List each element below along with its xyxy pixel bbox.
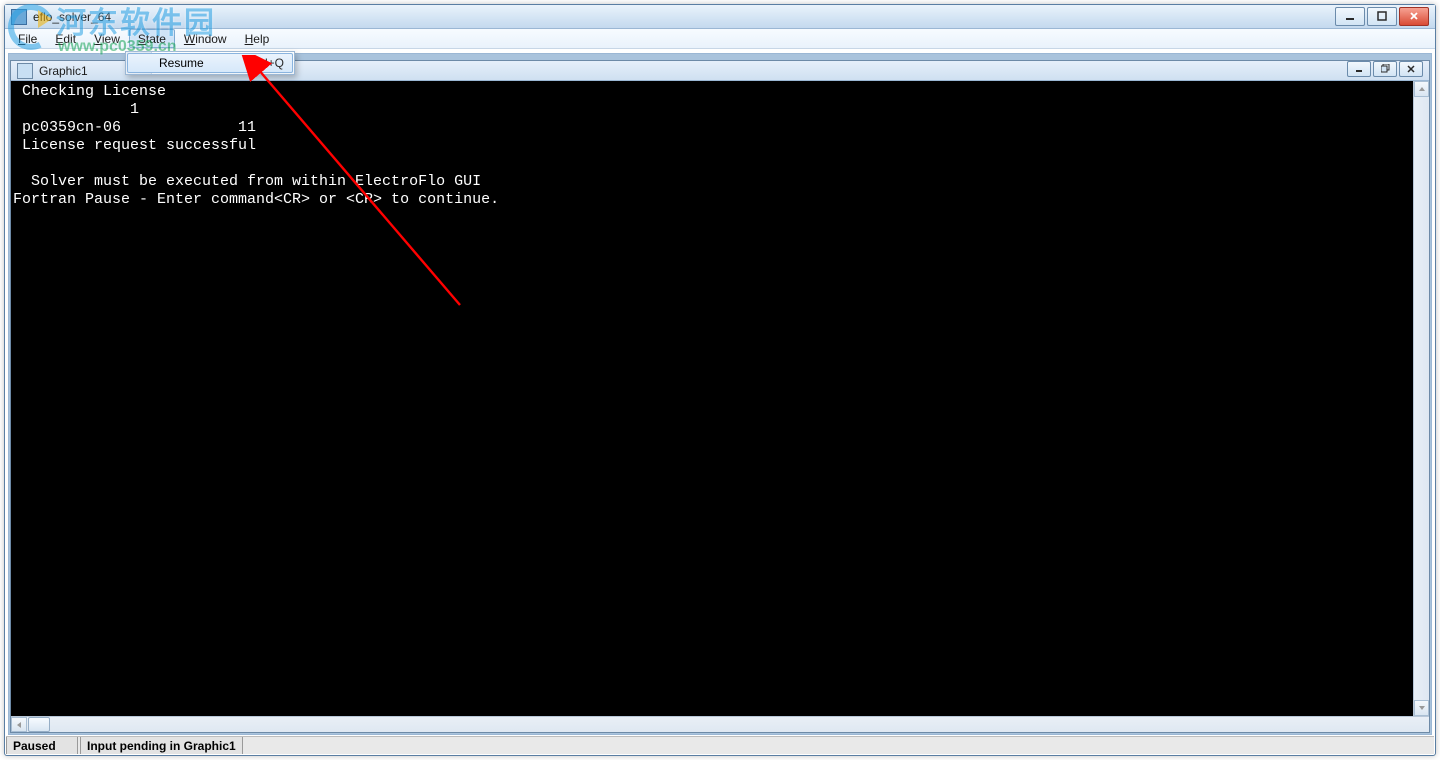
scroll-left-button[interactable] <box>11 717 27 732</box>
menu-item-resume[interactable]: Resume Ctrl+Q <box>127 53 293 73</box>
minimize-button[interactable] <box>1335 7 1365 26</box>
main-titlebar[interactable]: eflo_solver_64 <box>5 5 1435 29</box>
statusbar: Paused Input pending in Graphic1 <box>6 736 1434 754</box>
console-output[interactable]: Checking License 1 pc0359cn-06 11 Licens… <box>11 81 1413 716</box>
menu-item-shortcut: Ctrl+Q <box>249 56 284 70</box>
app-icon <box>11 9 27 25</box>
child-window-controls <box>1347 61 1425 81</box>
scroll-down-button[interactable] <box>1414 700 1429 716</box>
child-restore-button[interactable] <box>1373 61 1397 77</box>
horizontal-scrollbar[interactable] <box>11 716 1429 732</box>
vscroll-track[interactable] <box>1414 97 1429 700</box>
menubar: File Edit View State Window Help <box>5 29 1435 49</box>
menu-item-label: Resume <box>159 56 204 70</box>
menu-state[interactable]: State <box>129 29 175 48</box>
menu-file[interactable]: File <box>9 29 46 48</box>
child-close-button[interactable] <box>1399 61 1423 77</box>
window-title: eflo_solver_64 <box>31 10 111 24</box>
child-minimize-button[interactable] <box>1347 61 1371 77</box>
menu-edit[interactable]: Edit <box>46 29 85 48</box>
maximize-button[interactable] <box>1367 7 1397 26</box>
scroll-up-button[interactable] <box>1414 81 1429 97</box>
state-dropdown: Resume Ctrl+Q <box>125 51 295 75</box>
child-window-title: Graphic1 <box>37 64 88 78</box>
vertical-scrollbar[interactable] <box>1413 81 1429 716</box>
hscroll-thumb[interactable] <box>28 717 50 732</box>
child-window-graphic1: Graphic1 Checking License 1 pc0359cn-06 <box>10 60 1430 733</box>
window-controls <box>1335 7 1431 27</box>
close-button[interactable] <box>1399 7 1429 26</box>
menu-view[interactable]: View <box>85 29 129 48</box>
status-state: Paused <box>6 737 78 754</box>
status-message: Input pending in Graphic1 <box>80 737 243 754</box>
menu-help[interactable]: Help <box>236 29 279 48</box>
mdi-client: Graphic1 Checking License 1 pc0359cn-06 <box>8 53 1432 735</box>
main-window: eflo_solver_64 File Edit View State Wind… <box>4 4 1436 756</box>
menu-window[interactable]: Window <box>175 29 236 48</box>
child-window-icon <box>17 63 33 79</box>
